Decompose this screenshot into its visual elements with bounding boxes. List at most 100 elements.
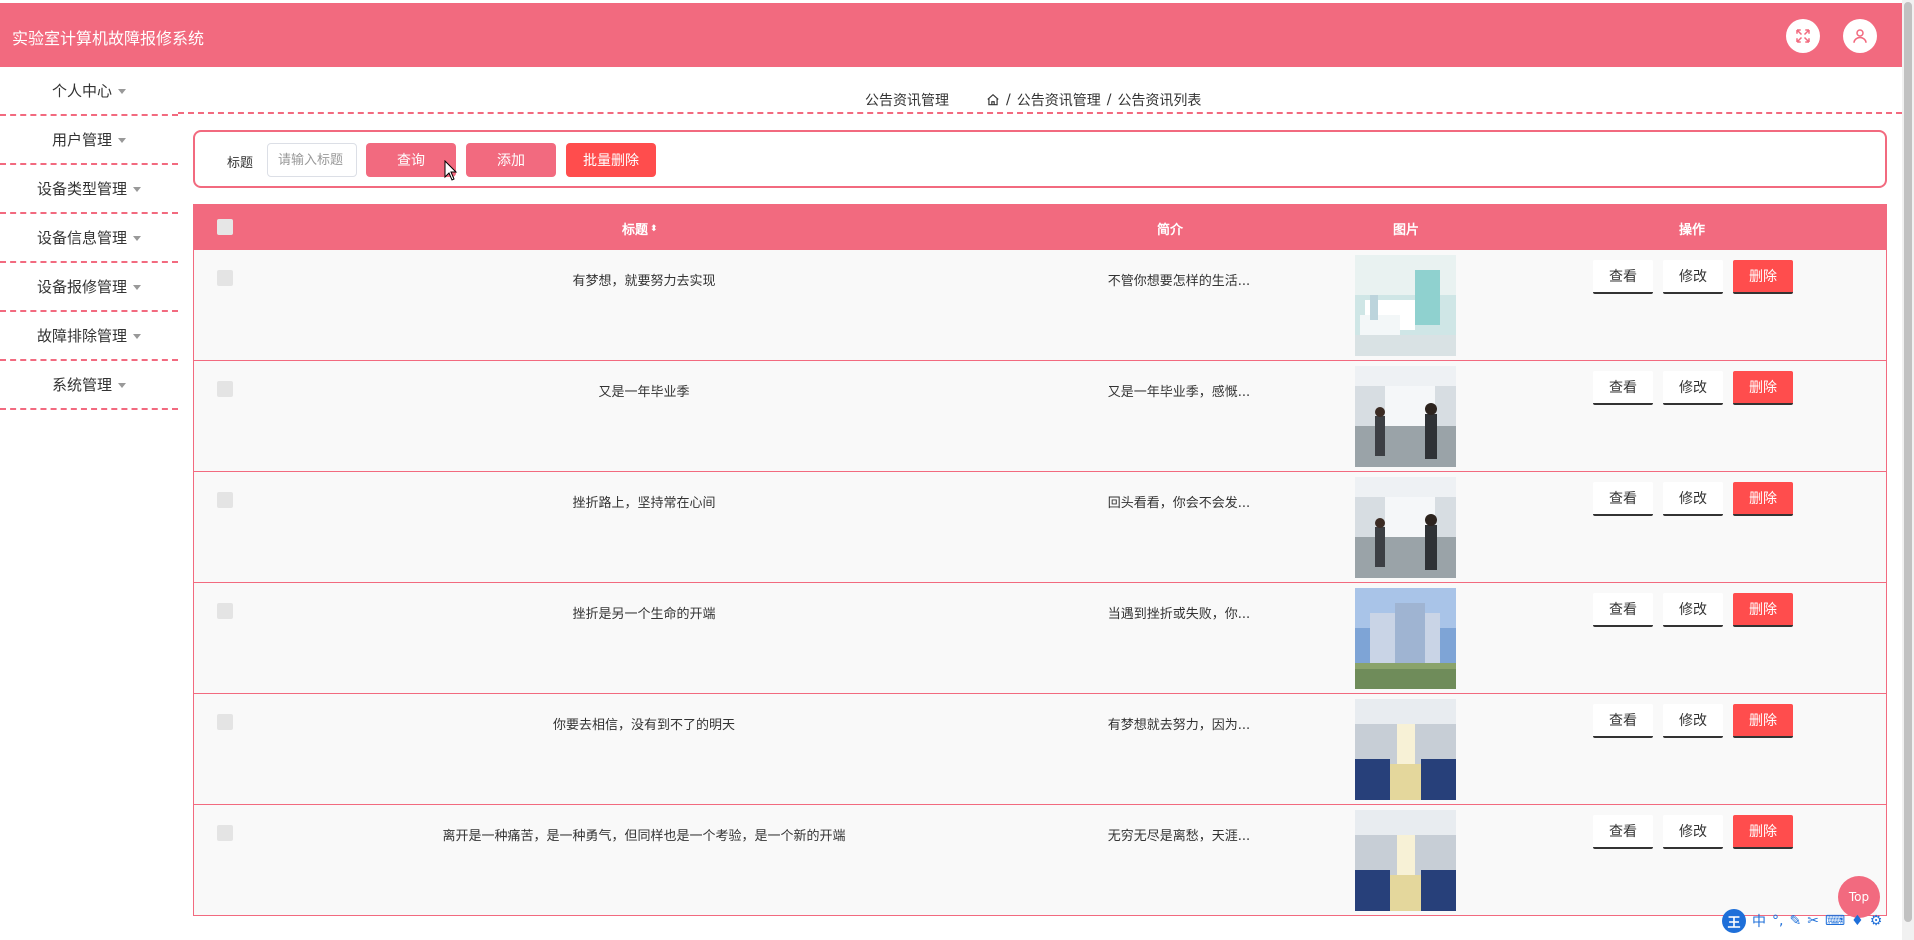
sidebar-item-repair-management[interactable]: 设备报修管理: [0, 263, 178, 312]
page-title: 公告资讯管理: [865, 93, 949, 109]
ime-toolbar: 王 中 °, ✎ ✂ ⌨ ♦ ⚙: [1722, 908, 1882, 934]
fullscreen-icon: [1796, 29, 1810, 43]
building-exterior-image[interactable]: [1355, 588, 1456, 689]
row-brief: 又是一年毕业季，感慨...: [1107, 385, 1251, 400]
select-all-checkbox[interactable]: [217, 219, 233, 235]
sidebar: 个人中心 用户管理 设备类型管理 设备信息管理 设备报修管理 故障排除管理 系统…: [0, 67, 178, 410]
hospital-ward-image[interactable]: [1355, 255, 1456, 356]
mouse-cursor-icon: [444, 160, 458, 181]
column-header-title[interactable]: 标题 ⬍: [622, 219, 658, 238]
caret-down-icon: [118, 89, 126, 94]
row-title: 有梦想，就要努力去实现: [572, 274, 716, 289]
sidebar-item-label: 用户管理: [51, 131, 112, 149]
table-row: 挫折路上，坚持常在心间 回头看看，你会不会发... 查看 修改 删除: [194, 472, 1886, 583]
user-icon: [1853, 29, 1867, 43]
row-brief: 有梦想就去努力，因为...: [1107, 718, 1251, 733]
ime-mode-toggle[interactable]: 中: [1752, 911, 1766, 931]
delete-button[interactable]: 删除: [1733, 260, 1793, 294]
home-icon[interactable]: [986, 93, 1000, 107]
waiting-hall-image[interactable]: [1355, 699, 1456, 800]
sidebar-item-personal-center[interactable]: 个人中心: [0, 67, 178, 116]
edit-button[interactable]: 修改: [1663, 482, 1723, 516]
add-button[interactable]: 添加: [466, 143, 556, 177]
edit-button[interactable]: 修改: [1663, 593, 1723, 627]
column-header-label: 标题: [622, 223, 649, 238]
edit-button[interactable]: 修改: [1663, 704, 1723, 738]
caret-down-icon: [118, 383, 126, 388]
delete-button[interactable]: 删除: [1733, 593, 1793, 627]
sidebar-item-troubleshoot-management[interactable]: 故障排除管理: [0, 312, 178, 361]
table-header: 标题 ⬍ 简介 图片 操作: [194, 204, 1886, 250]
table-row: 挫折是另一个生命的开端 当遇到挫折或失败，你... 查看 修改 删除: [194, 583, 1886, 694]
lobby-people-image[interactable]: [1355, 366, 1456, 467]
row-title: 你要去相信，没有到不了的明天: [552, 718, 735, 733]
table-row: 你要去相信，没有到不了的明天 有梦想就去努力，因为... 查看 修改 删除: [194, 694, 1886, 805]
row-title: 离开是一种痛苦，是一种勇气，但同样也是一个考验，是一个新的开端: [442, 829, 846, 844]
lobby-people-image[interactable]: [1355, 477, 1456, 578]
caret-down-icon: [118, 138, 126, 143]
view-button[interactable]: 查看: [1593, 815, 1653, 849]
edit-button[interactable]: 修改: [1663, 371, 1723, 405]
edit-button[interactable]: 修改: [1663, 260, 1723, 294]
column-header-image: 图片: [1393, 223, 1420, 238]
sidebar-item-label: 设备报修管理: [36, 278, 127, 296]
row-brief: 当遇到挫折或失败，你...: [1107, 607, 1251, 622]
sidebar-item-label: 系统管理: [51, 376, 112, 394]
view-button[interactable]: 查看: [1593, 371, 1653, 405]
sidebar-item-device-info-management[interactable]: 设备信息管理: [0, 214, 178, 263]
breadcrumb: / 公告资讯管理 / 公告资讯列表: [986, 90, 1201, 110]
view-button[interactable]: 查看: [1593, 593, 1653, 627]
edit-button[interactable]: 修改: [1663, 815, 1723, 849]
caret-down-icon: [133, 236, 141, 241]
delete-button[interactable]: 删除: [1733, 815, 1793, 849]
punctuation-icon[interactable]: °,: [1772, 913, 1783, 929]
pen-icon[interactable]: ✎: [1789, 913, 1801, 929]
breadcrumb-level1[interactable]: 公告资讯管理: [1017, 90, 1101, 110]
scrollbar-thumb[interactable]: [1904, 2, 1912, 922]
scissors-icon[interactable]: ✂: [1807, 913, 1819, 929]
top-navbar: 实验室计算机故障报修系统: [0, 0, 1902, 67]
column-header-actions: 操作: [1679, 223, 1706, 238]
sidebar-item-label: 个人中心: [51, 82, 112, 100]
caret-down-icon: [133, 334, 141, 339]
row-brief: 无穷无尽是离愁，天涯...: [1107, 829, 1251, 844]
page-scrollbar[interactable]: [1902, 0, 1914, 940]
sidebar-item-user-management[interactable]: 用户管理: [0, 116, 178, 165]
table-row: 离开是一种痛苦，是一种勇气，但同样也是一个考验，是一个新的开端 无穷无尽是离愁，…: [194, 805, 1886, 916]
announcement-table: 标题 ⬍ 简介 图片 操作 有梦想，就要努力去实现 不管你想要怎样的生活... 查…: [193, 204, 1887, 916]
skin-icon[interactable]: ♦: [1851, 913, 1864, 929]
fullscreen-button[interactable]: [1786, 19, 1820, 53]
row-title: 又是一年毕业季: [598, 385, 690, 400]
breadcrumb-bar: 公告资讯管理 / 公告资讯管理 / 公告资讯列表: [178, 86, 1902, 114]
column-header-brief: 简介: [1157, 223, 1184, 238]
breadcrumb-separator: /: [1006, 92, 1011, 108]
caret-down-icon: [133, 285, 141, 290]
view-button[interactable]: 查看: [1593, 482, 1653, 516]
caret-down-icon: [133, 187, 141, 192]
table-row: 有梦想，就要努力去实现 不管你想要怎样的生活... 查看 修改 删除: [194, 250, 1886, 361]
delete-button[interactable]: 删除: [1733, 371, 1793, 405]
app-title: 实验室计算机故障报修系统: [12, 29, 205, 48]
sort-icon[interactable]: ⬍: [650, 224, 658, 233]
sidebar-item-device-type-management[interactable]: 设备类型管理: [0, 165, 178, 214]
ime-logo-icon[interactable]: 王: [1722, 909, 1746, 933]
view-button[interactable]: 查看: [1593, 704, 1653, 738]
sidebar-item-label: 故障排除管理: [36, 327, 127, 345]
sidebar-item-label: 设备信息管理: [36, 229, 127, 247]
delete-button[interactable]: 删除: [1733, 704, 1793, 738]
batch-delete-button[interactable]: 批量删除: [566, 143, 656, 177]
waiting-hall-image[interactable]: [1355, 810, 1456, 911]
row-title: 挫折是另一个生命的开端: [572, 607, 716, 622]
sidebar-item-label: 设备类型管理: [36, 180, 127, 198]
keyboard-icon[interactable]: ⌨: [1825, 913, 1845, 929]
row-brief: 回头看看，你会不会发...: [1107, 496, 1251, 511]
delete-button[interactable]: 删除: [1733, 482, 1793, 516]
user-avatar-button[interactable]: [1843, 19, 1877, 53]
sidebar-item-system-management[interactable]: 系统管理: [0, 361, 178, 410]
settings-gear-icon[interactable]: ⚙: [1870, 913, 1883, 929]
query-button[interactable]: 查询: [366, 143, 456, 177]
title-search-input[interactable]: [267, 143, 357, 177]
table-row: 又是一年毕业季 又是一年毕业季，感慨... 查看 修改 删除: [194, 361, 1886, 472]
view-button[interactable]: 查看: [1593, 260, 1653, 294]
row-brief: 不管你想要怎样的生活...: [1107, 274, 1251, 289]
